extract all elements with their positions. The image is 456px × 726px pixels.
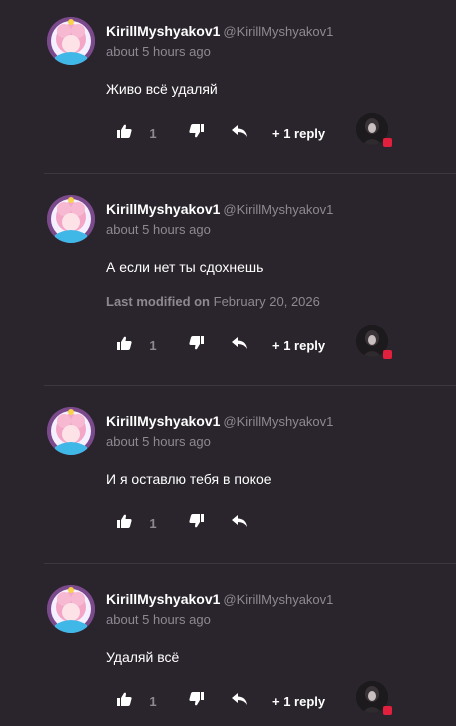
comment-text: И я оставлю тебя в покое (106, 471, 272, 487)
replier-avatar[interactable] (356, 325, 392, 359)
reply-arrow-icon (232, 514, 248, 532)
comment-thread: KirillMyshyakov1 @KirillMyshyakov1 about … (0, 0, 456, 726)
timestamp[interactable]: about 5 hours ago (106, 612, 211, 627)
reply-arrow-icon (232, 692, 248, 710)
like-count: 1 (149, 693, 157, 709)
comment-text: А если нет ты сдохнешь (106, 259, 264, 275)
thumbs-up-icon (116, 124, 132, 143)
notification-dot (383, 706, 392, 715)
avatar[interactable] (47, 585, 95, 633)
comment-actions: 1 + 1 reply (0, 113, 456, 147)
like-button[interactable] (114, 511, 134, 535)
like-button[interactable] (114, 689, 134, 713)
like-button[interactable] (114, 121, 134, 145)
last-modified-date: February 20, 2026 (213, 294, 320, 309)
like-count: 1 (149, 125, 157, 141)
thumbs-down-icon (188, 513, 204, 533)
notification-dot (383, 350, 392, 359)
comment-actions: 1 + 1 reply (0, 325, 456, 359)
replies-link[interactable]: + 1 reply (272, 689, 325, 713)
replier-avatar[interactable] (356, 681, 392, 715)
divider (44, 385, 456, 386)
replier-avatar[interactable] (356, 113, 392, 147)
last-modified-label: Last modified on (106, 294, 210, 309)
author-handle: @KirillMyshyakov1 (223, 24, 334, 39)
reply-button[interactable] (229, 511, 251, 535)
replies-link[interactable]: + 1 reply (272, 121, 325, 145)
replies-link[interactable]: + 1 reply (272, 333, 325, 357)
timestamp[interactable]: about 5 hours ago (106, 44, 211, 59)
thumbs-down-icon (188, 691, 204, 711)
thumbs-up-icon (116, 514, 132, 533)
dislike-button[interactable] (186, 511, 206, 535)
author-name[interactable]: KirillMyshyakov1 @KirillMyshyakov1 (106, 413, 333, 429)
timestamp[interactable]: about 5 hours ago (106, 222, 211, 237)
avatar[interactable] (47, 195, 95, 243)
notification-dot (383, 138, 392, 147)
dislike-button[interactable] (186, 333, 206, 357)
author-name[interactable]: KirillMyshyakov1 @KirillMyshyakov1 (106, 23, 333, 39)
comment-actions: 1 (0, 511, 456, 535)
comment-text: Живо всё удаляй (106, 81, 218, 97)
reply-arrow-icon (232, 124, 248, 142)
reply-button[interactable] (229, 333, 251, 357)
reply-button[interactable] (229, 689, 251, 713)
author-handle: @KirillMyshyakov1 (223, 202, 334, 217)
last-modified: Last modified on February 20, 2026 (106, 294, 320, 309)
thumbs-down-icon (188, 123, 204, 143)
thumbs-up-icon (116, 692, 132, 711)
avatar[interactable] (47, 407, 95, 455)
author-handle: @KirillMyshyakov1 (223, 592, 334, 607)
thumbs-up-icon (116, 336, 132, 355)
timestamp[interactable]: about 5 hours ago (106, 434, 211, 449)
dislike-button[interactable] (186, 689, 206, 713)
divider (44, 173, 456, 174)
like-button[interactable] (114, 333, 134, 357)
thumbs-down-icon (188, 335, 204, 355)
like-count: 1 (149, 515, 157, 531)
author-name[interactable]: KirillMyshyakov1 @KirillMyshyakov1 (106, 201, 333, 217)
divider (44, 563, 456, 564)
comment-text: Удаляй всё (106, 649, 180, 665)
reply-arrow-icon (232, 336, 248, 354)
avatar[interactable] (47, 17, 95, 65)
author-handle: @KirillMyshyakov1 (223, 414, 334, 429)
reply-button[interactable] (229, 121, 251, 145)
dislike-button[interactable] (186, 121, 206, 145)
comment-actions: 1 + 1 reply (0, 681, 456, 715)
like-count: 1 (149, 337, 157, 353)
author-name[interactable]: KirillMyshyakov1 @KirillMyshyakov1 (106, 591, 333, 607)
